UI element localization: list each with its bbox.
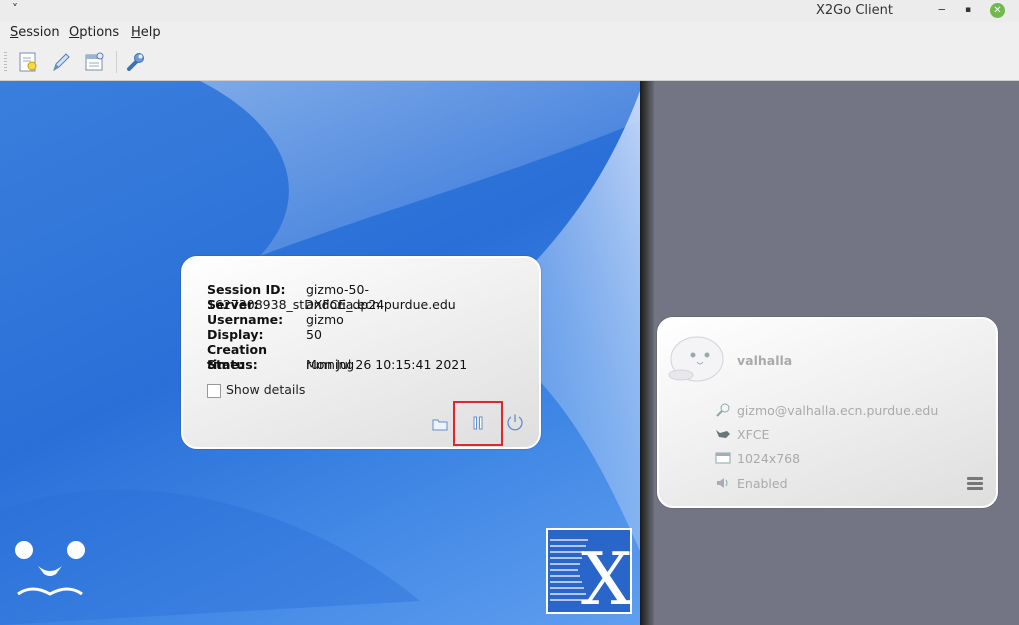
new-session-icon[interactable]	[17, 51, 39, 73]
screen-resolution: 1024x768	[737, 451, 801, 466]
svg-text:X: X	[581, 537, 630, 612]
maximize-button[interactable]: ▪	[965, 5, 971, 15]
x2go-seal-logo-icon	[15, 541, 85, 596]
edit-session-icon[interactable]	[50, 51, 72, 73]
menu-bar: Session Options Help	[0, 22, 1019, 43]
session-manager-icon[interactable]	[83, 51, 105, 73]
server-name: valhalla	[737, 353, 793, 368]
key-icon	[716, 403, 730, 417]
display-icon	[715, 452, 731, 464]
menu-session[interactable]: Session	[10, 25, 60, 40]
seal-avatar-icon	[668, 336, 724, 382]
window-title: X2Go Client	[816, 3, 893, 18]
x-server-logo-icon: X	[546, 528, 632, 621]
display-row: Display: 50	[207, 327, 322, 342]
suspend-highlight-box	[453, 401, 503, 446]
server-row: Server: andoria.ecn.purdue.edu	[207, 297, 456, 312]
folder-icon[interactable]	[432, 417, 448, 431]
minimize-button[interactable]: ‒	[938, 2, 946, 16]
session-info-card: Session ID: gizmo-50-1627308938_stDXFCE_d…	[181, 256, 541, 449]
show-details-checkbox[interactable]	[207, 384, 221, 398]
menu-help[interactable]: Help	[131, 25, 161, 40]
menu-options[interactable]: Options	[69, 25, 119, 40]
session-menu-icon[interactable]	[967, 477, 983, 491]
sound-icon	[717, 478, 728, 488]
panel-divider[interactable]	[640, 81, 654, 625]
toolbar-grip	[4, 52, 7, 72]
terminate-session-button[interactable]	[506, 413, 524, 431]
title-bar: ˅ X2Go Client ‒ ▪ ✕	[0, 0, 1019, 23]
status-row: Status: running	[207, 357, 355, 372]
server-login: gizmo@valhalla.ecn.purdue.edu	[737, 403, 939, 418]
xfce-mouse-icon	[716, 430, 730, 438]
show-details-label[interactable]: Show details	[226, 382, 305, 397]
sound-status: Enabled	[737, 476, 788, 491]
desktop-type: XFCE	[737, 427, 770, 442]
toolbar	[0, 43, 1019, 81]
close-button[interactable]: ✕	[990, 3, 1005, 18]
server-session-card[interactable]: valhalla gizmo@valhalla.ecn.purdue.edu X…	[657, 317, 998, 508]
settings-wrench-icon[interactable]	[124, 51, 146, 73]
toolbar-separator	[116, 51, 117, 73]
username-row: Username: gizmo	[207, 312, 344, 327]
